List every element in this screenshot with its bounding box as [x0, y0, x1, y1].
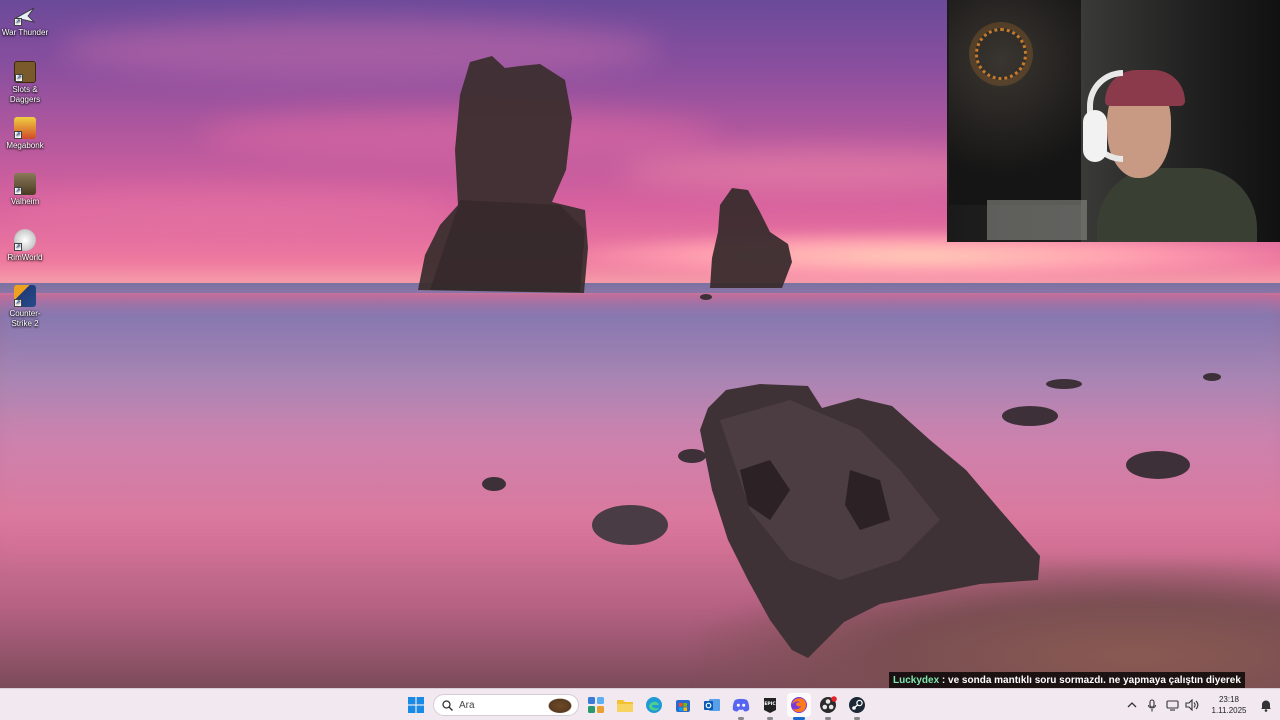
clock-date: 1.11.2025: [1211, 706, 1247, 715]
desktop-icon-war-thunder[interactable]: ↗ War Thunder: [0, 4, 50, 38]
taskbar-epic-games[interactable]: EPIC: [758, 693, 782, 720]
edge-icon: [646, 697, 662, 713]
war-thunder-icon: ↗: [14, 4, 36, 26]
desktop-icon-label: Counter-Strike 2: [9, 309, 41, 328]
megabonk-icon: ↗: [14, 117, 36, 139]
desktop-icon-label: War Thunder: [1, 28, 49, 37]
start-button[interactable]: [404, 693, 428, 717]
desktop-icon-valheim[interactable]: ↗ Valheim: [0, 173, 50, 207]
search-placeholder: Ara: [459, 699, 475, 711]
microphone-icon: [1147, 698, 1157, 711]
notification-bell-icon: [1261, 700, 1271, 712]
taskbar-clock[interactable]: 23:18 1.11.2025: [1206, 694, 1252, 716]
steam-icon: [849, 697, 865, 713]
taskbar-outlook[interactable]: [700, 693, 724, 717]
desktop-icon-label: Megabonk: [6, 141, 44, 150]
taskbar-apps: Ara EPIC: [404, 689, 869, 720]
desktop-icon-counter-strike-2[interactable]: ↗ Counter-Strike 2: [0, 285, 50, 329]
microsoft-store-icon: [676, 700, 690, 712]
outlook-icon: [704, 699, 720, 711]
taskbar-file-explorer[interactable]: [613, 693, 637, 717]
epic-games-icon: EPIC: [764, 697, 776, 713]
firefox-icon: [791, 697, 807, 713]
volume-icon: [1185, 699, 1199, 711]
taskbar-search[interactable]: Ara: [433, 694, 579, 716]
taskbar-widgets[interactable]: [584, 693, 608, 717]
webcam-overlay: [947, 0, 1280, 242]
slots-and-daggers-icon: ↗: [14, 61, 36, 83]
taskbar-microsoft-store[interactable]: [671, 693, 695, 717]
rimworld-icon: ↗: [14, 229, 36, 251]
notification-center-button[interactable]: [1256, 695, 1276, 715]
desktop-icon-rimworld[interactable]: ↗ RimWorld: [0, 229, 50, 263]
chat-overlay: Luckydex : ve sonda mantıklı soru sormaz…: [889, 672, 1245, 689]
microphone-tray-button[interactable]: [1142, 695, 1162, 715]
start-icon: [408, 697, 424, 713]
search-icon: [442, 699, 453, 711]
desktop-icon-label: Valheim: [10, 197, 40, 206]
taskbar: Ara EPIC 23:18 1.11.2025: [0, 688, 1280, 720]
desktop-icon-label: RimWorld: [7, 253, 43, 262]
desktop-icon-label: Slots & Daggers: [9, 85, 41, 104]
svg-text:EPIC: EPIC: [764, 701, 776, 707]
search-highlight-bison-icon: [546, 697, 574, 713]
desktop-icon-megabonk[interactable]: ↗ Megabonk: [0, 117, 50, 151]
obs-icon: [820, 696, 837, 713]
volume-tray-button[interactable]: [1182, 695, 1202, 715]
chevron-up-icon: [1127, 702, 1137, 708]
clock-time: 23:18: [1218, 695, 1240, 704]
widgets-icon: [588, 697, 604, 713]
chat-message: ve sonda mantıklı soru sormazdı. ne yapm…: [948, 675, 1241, 686]
taskbar-steam[interactable]: [845, 693, 869, 720]
network-tray-button[interactable]: [1162, 695, 1182, 715]
taskbar-edge[interactable]: [642, 693, 666, 717]
system-tray: 23:18 1.11.2025: [1122, 689, 1280, 720]
chat-username: Luckydex: [893, 675, 940, 686]
discord-icon: [732, 698, 750, 712]
desktop-icon-slots-and-daggers[interactable]: ↗ Slots & Daggers: [0, 61, 50, 105]
show-hidden-icons-button[interactable]: [1122, 695, 1142, 715]
network-icon: [1165, 699, 1179, 711]
valheim-icon: ↗: [14, 173, 36, 195]
file-explorer-icon: [617, 700, 633, 712]
counter-strike-2-icon: ↗: [14, 285, 36, 307]
taskbar-firefox[interactable]: [787, 693, 811, 720]
taskbar-discord[interactable]: [729, 693, 753, 720]
chat-separator: :: [939, 675, 949, 686]
taskbar-obs[interactable]: [816, 693, 840, 720]
